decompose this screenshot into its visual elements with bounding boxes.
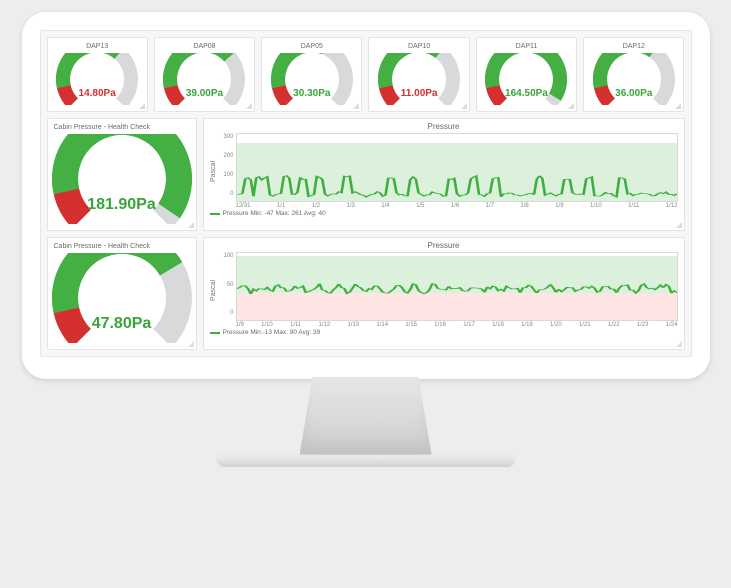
chart-title: Pressure [210, 241, 678, 252]
gauge-card: DAP13 14.80Pa [47, 37, 148, 112]
monitor-stand-base [216, 453, 516, 467]
resize-handle-icon[interactable] [568, 103, 574, 109]
gauge-row: DAP13 14.80Pa DAP08 39.00Pa DAP05 30.30P… [47, 37, 685, 112]
gauge-label: DAP12 [588, 41, 679, 53]
card-title: Cabin Pressure - Health Check [52, 241, 192, 253]
pressure-gauge: 47.80Pa [52, 253, 192, 343]
pressure-gauge: 39.00Pa [163, 53, 245, 105]
gauge-value: 11.00Pa [378, 88, 460, 99]
x-ticks: 1/91/101/111/121/131/141/151/161/171/181… [236, 321, 678, 328]
resize-handle-icon[interactable] [675, 103, 681, 109]
resize-handle-icon[interactable] [676, 341, 682, 347]
pressure-gauge: 30.30Pa [271, 53, 353, 105]
chart-area: Pascal 100500 1/91/101/111/121/131/141/1… [210, 252, 678, 328]
gauge-label: DAP08 [159, 41, 250, 53]
legend-swatch [210, 332, 220, 334]
monitor-bezel: DAP13 14.80Pa DAP08 39.00Pa DAP05 30.30P… [22, 12, 710, 379]
resize-handle-icon[interactable] [246, 103, 252, 109]
x-ticks: 12/311/11/21/31/41/51/61/71/81/91/101/11… [236, 202, 678, 209]
y-ticks: 100500 [220, 252, 236, 328]
card-title: Cabin Pressure - Health Check [52, 122, 192, 134]
gauge-value: 36.00Pa [593, 88, 675, 99]
chart-legend: Pressure Min:-13 Max: 90 Avg: 39 [210, 328, 678, 336]
health-gauge-card: Cabin Pressure - Health Check 181.90Pa [47, 118, 197, 231]
monitor-frame: DAP13 14.80Pa DAP08 39.00Pa DAP05 30.30P… [22, 12, 710, 467]
chart-plot[interactable] [236, 133, 678, 202]
health-gauge-card: Cabin Pressure - Health Check 47.80Pa [47, 237, 197, 350]
resize-handle-icon[interactable] [188, 222, 194, 228]
gauge-card: DAP08 39.00Pa [154, 37, 255, 112]
gauge-card: DAP10 11.00Pa [368, 37, 469, 112]
resize-handle-icon[interactable] [461, 103, 467, 109]
chart-area: Pascal 3002001000 12/311/11/21/31/41/51/… [210, 133, 678, 209]
dashboard: DAP13 14.80Pa DAP08 39.00Pa DAP05 30.30P… [40, 30, 692, 357]
monitor-stand-neck [300, 377, 432, 455]
y-ticks: 3002001000 [220, 133, 236, 209]
y-axis-label: Pascal [210, 133, 220, 209]
gauge-value: 164.50Pa [485, 88, 567, 99]
gauge-card: DAP12 36.00Pa [583, 37, 684, 112]
gauge-value: 30.30Pa [271, 88, 353, 99]
panel-row-2: Cabin Pressure - Health Check 47.80Pa Pr… [47, 237, 685, 350]
pressure-gauge: 14.80Pa [56, 53, 138, 105]
chart-title: Pressure [210, 122, 678, 133]
resize-handle-icon[interactable] [188, 341, 194, 347]
y-axis-label: Pascal [210, 252, 220, 328]
pressure-gauge: 11.00Pa [378, 53, 460, 105]
gauge-label: DAP13 [52, 41, 143, 53]
gauge-label: DAP10 [373, 41, 464, 53]
pressure-gauge: 36.00Pa [593, 53, 675, 105]
pressure-gauge: 164.50Pa [485, 53, 567, 105]
panel-row-1: Cabin Pressure - Health Check 181.90Pa P… [47, 118, 685, 231]
gauge-label: DAP05 [266, 41, 357, 53]
gauge-value: 39.00Pa [163, 88, 245, 99]
gauge-card: DAP05 30.30Pa [261, 37, 362, 112]
pressure-chart-card: Pressure Pascal 3002001000 12/311/11/21/… [203, 118, 685, 231]
gauge-value: 181.90Pa [52, 196, 192, 214]
chart-legend: Pressure Min: -47 Max: 261 Avg: 40 [210, 209, 678, 217]
gauge-value: 14.80Pa [56, 88, 138, 99]
pressure-chart-card: Pressure Pascal 100500 1/91/101/111/121/… [203, 237, 685, 350]
legend-swatch [210, 213, 220, 215]
gauge-label: DAP11 [481, 41, 572, 53]
resize-handle-icon[interactable] [353, 103, 359, 109]
gauge-card: DAP11 164.50Pa [476, 37, 577, 112]
resize-handle-icon[interactable] [139, 103, 145, 109]
gauge-value: 47.80Pa [52, 315, 192, 333]
resize-handle-icon[interactable] [676, 222, 682, 228]
pressure-gauge: 181.90Pa [52, 134, 192, 224]
chart-plot[interactable] [236, 252, 678, 321]
